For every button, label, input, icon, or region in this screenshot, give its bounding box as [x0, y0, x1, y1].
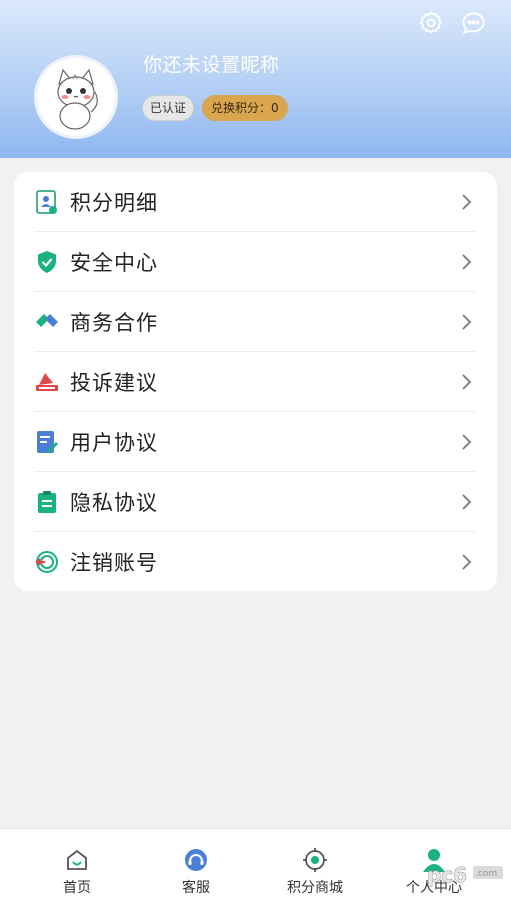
tab-label-home: 首页: [63, 880, 91, 896]
menu-label-cancel-account: 注销账号: [70, 551, 158, 575]
chevron-right-icon: [462, 434, 472, 450]
menu-card: 积分明细 安全中心 商务合作 投诉建议 用户协议 隐私协议 注销账号: [14, 172, 497, 591]
nickname[interactable]: 你还未设置昵称: [143, 50, 280, 77]
points-detail-icon: [34, 189, 60, 215]
verified-badge: 已认证: [142, 95, 195, 121]
menu-label-business-cooperation: 商务合作: [70, 311, 158, 335]
logout-icon: [34, 549, 60, 575]
chevron-right-icon: [462, 494, 472, 510]
handshake-icon: [34, 309, 60, 335]
shield-icon: [34, 249, 60, 275]
menu-label-privacy-agreement: 隐私协议: [70, 491, 158, 515]
chevron-right-icon: [462, 314, 472, 330]
tab-points-mall[interactable]: 积分商城: [251, 829, 379, 900]
chevron-right-icon: [462, 374, 472, 390]
chevron-right-icon: [462, 254, 472, 270]
user-agreement-icon: [34, 429, 60, 455]
menu-item-user-agreement[interactable]: 用户协议: [34, 412, 476, 472]
tab-home[interactable]: 首页: [13, 829, 141, 900]
points-badge[interactable]: 兑换积分：0: [202, 95, 288, 121]
profile-header: 你还未设置昵称 已认证 兑换积分：0: [0, 0, 511, 158]
headset-icon: [183, 847, 209, 873]
cat-avatar-icon: [57, 68, 98, 130]
menu-item-privacy-agreement[interactable]: 隐私协议: [34, 472, 476, 532]
privacy-icon: [34, 489, 60, 515]
menu-label-security-center: 安全中心: [70, 251, 158, 275]
svg-text:pc6: pc6: [427, 863, 467, 887]
avatar[interactable]: [34, 55, 118, 139]
target-icon: [302, 847, 328, 873]
chat-bubble-icon[interactable]: [459, 9, 487, 37]
menu-label-user-agreement: 用户协议: [70, 431, 158, 455]
chevron-right-icon: [462, 554, 472, 570]
chevron-right-icon: [462, 194, 472, 210]
menu-item-business-cooperation[interactable]: 商务合作: [34, 292, 476, 352]
svg-text:.com: .com: [475, 869, 497, 879]
menu-item-complaint[interactable]: 投诉建议: [34, 352, 476, 412]
tab-label-points-mall: 积分商城: [287, 880, 343, 896]
pc6-watermark-logo: pc6 .com: [427, 863, 503, 887]
complaint-icon: [34, 369, 60, 395]
tab-label-customer-service: 客服: [182, 880, 210, 896]
menu-item-cancel-account[interactable]: 注销账号: [34, 532, 476, 592]
menu-item-security-center[interactable]: 安全中心: [34, 232, 476, 292]
menu-item-points-detail[interactable]: 积分明细: [34, 172, 476, 232]
tab-customer-service[interactable]: 客服: [132, 829, 260, 900]
menu-label-complaint: 投诉建议: [70, 371, 158, 395]
menu-label-points-detail: 积分明细: [70, 191, 158, 215]
home-icon: [64, 847, 90, 873]
gear-icon[interactable]: [417, 9, 445, 37]
